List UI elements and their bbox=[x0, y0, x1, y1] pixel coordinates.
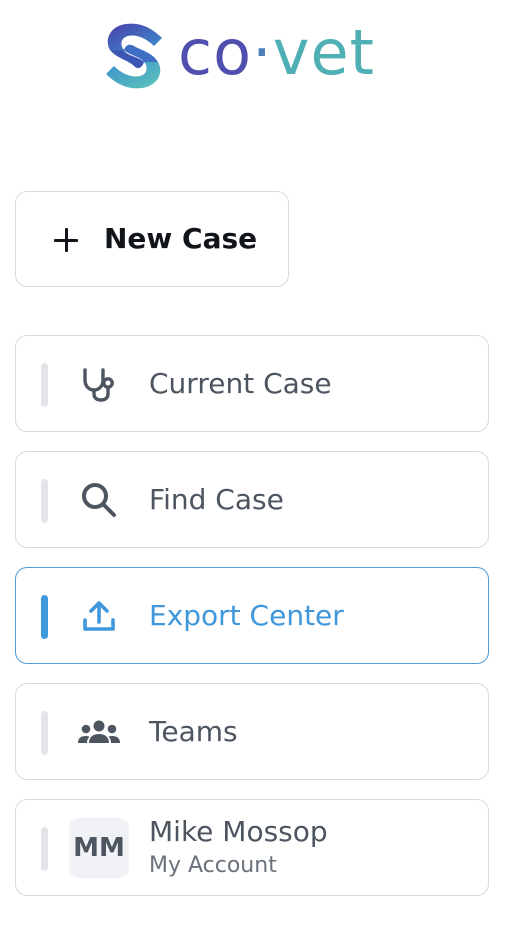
plus-icon bbox=[54, 228, 78, 252]
nav-item-indicator bbox=[41, 479, 48, 523]
nav-item-indicator bbox=[41, 595, 48, 639]
account-menu[interactable]: MM Mike Mossop My Account bbox=[15, 799, 489, 896]
covet-wordmark: co·vet bbox=[178, 22, 375, 84]
stethoscope-icon bbox=[76, 362, 122, 406]
nav-item-label: Export Center bbox=[149, 599, 344, 632]
logo-text-co: co bbox=[178, 16, 253, 89]
nav-item-find-case[interactable]: Find Case bbox=[15, 451, 489, 548]
nav-item-teams[interactable]: Teams bbox=[15, 683, 489, 780]
upload-icon bbox=[76, 594, 122, 638]
account-name: Mike Mossop bbox=[149, 815, 328, 848]
search-icon bbox=[76, 478, 122, 522]
new-case-button[interactable]: New Case bbox=[15, 191, 289, 287]
nav-item-export-center[interactable]: Export Center bbox=[15, 567, 489, 664]
nav-item-indicator bbox=[41, 827, 48, 871]
account-subtitle: My Account bbox=[149, 853, 277, 878]
nav-item-label: Find Case bbox=[149, 483, 284, 516]
covet-logo: co·vet bbox=[100, 18, 375, 94]
logo-text-dot: · bbox=[252, 16, 273, 89]
logo-text-vet: vet bbox=[272, 16, 375, 89]
avatar: MM bbox=[69, 818, 129, 878]
covet-logo-mark bbox=[106, 23, 162, 89]
group-icon bbox=[76, 710, 122, 754]
nav-item-current-case[interactable]: Current Case bbox=[15, 335, 489, 432]
nav-item-indicator bbox=[41, 363, 48, 407]
nav-item-indicator bbox=[41, 711, 48, 755]
new-case-label: New Case bbox=[104, 222, 258, 255]
nav-item-label: Teams bbox=[149, 715, 238, 748]
nav-item-label: Current Case bbox=[149, 367, 332, 400]
